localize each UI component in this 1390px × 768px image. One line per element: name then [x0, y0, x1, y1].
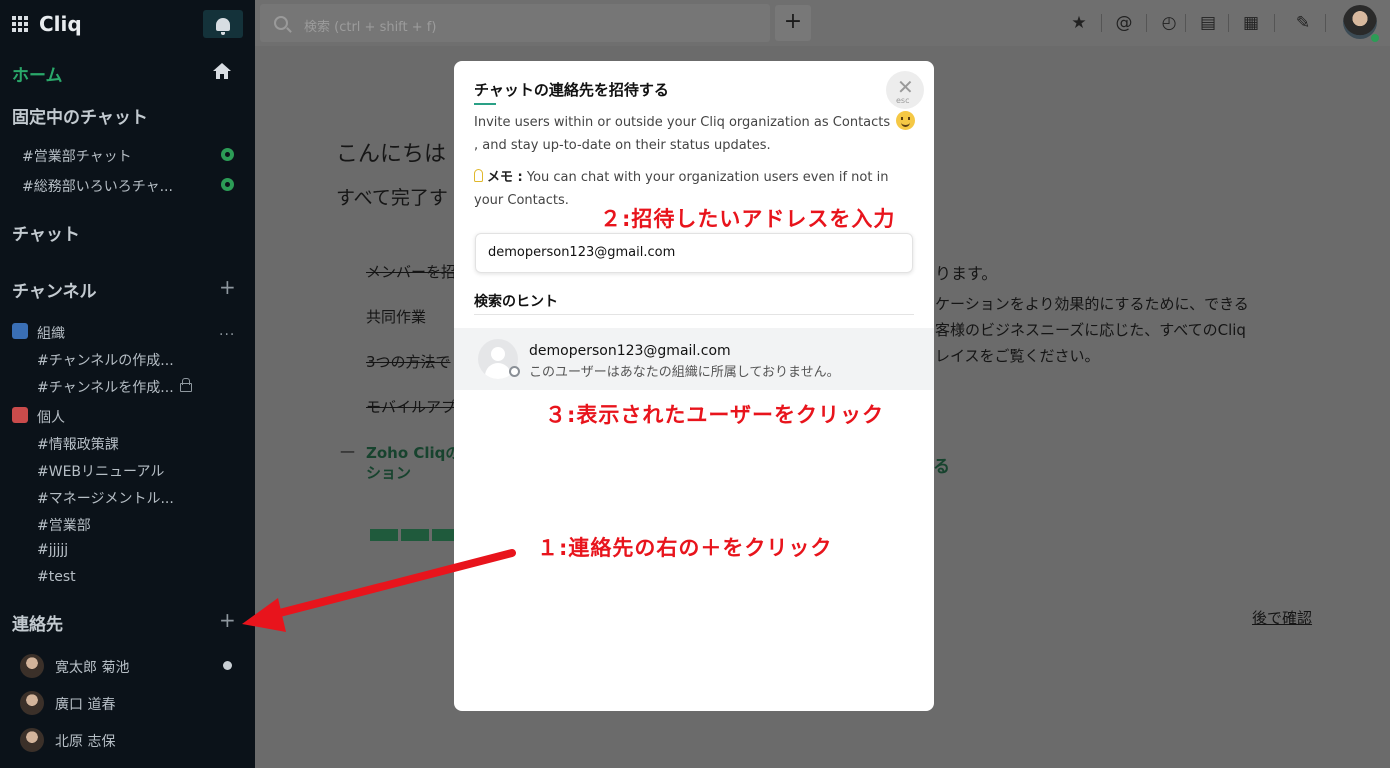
sidebar-item-channel[interactable]: #情報政策課 [37, 434, 119, 454]
memo-label: メモ : [487, 170, 523, 185]
description-text: ります。 [935, 264, 998, 283]
greeting: こんにちは [336, 142, 447, 167]
sidebar-item-channel[interactable]: #営業部 [37, 515, 91, 535]
sidebar-home[interactable]: ホーム [12, 61, 63, 86]
description-text: , and stay up-to-date on their status up… [474, 138, 771, 153]
files-icon[interactable]: ▤ [1198, 13, 1218, 33]
add-contact-button[interactable]: + [219, 610, 236, 630]
divider [474, 314, 914, 315]
sidebar-item-channel[interactable]: #チャンネルを作成... [37, 377, 174, 397]
annotation-step-1: １:連絡先の右の＋をクリック [537, 536, 833, 560]
brand[interactable]: Cliq [12, 12, 82, 36]
channel-status-icon [221, 148, 234, 161]
dialog-description: Invite users within or outside your Cliq… [474, 111, 924, 157]
organization-icon [12, 323, 28, 339]
dash: — [340, 442, 355, 460]
sidebar-item-channel[interactable]: #jjjjj [37, 542, 68, 558]
presence-icon [1371, 34, 1379, 42]
sidebar-item-channel[interactable]: #チャンネルの作成... [37, 350, 174, 370]
channels-title[interactable]: チャンネル [12, 277, 97, 302]
annotation-arrow [242, 549, 516, 632]
contacts-title[interactable]: 連絡先 [12, 610, 63, 635]
email-input[interactable]: demoperson123@gmail.com [475, 233, 913, 273]
search-bar[interactable]: 検索 (ctrl + shift + f) [260, 4, 770, 42]
contact-item[interactable]: 寛太郎 菊池 [55, 657, 129, 677]
dialog-title: チャットの連絡先を招待する [474, 81, 669, 99]
history-icon[interactable]: ◴ [1159, 13, 1179, 33]
chats-title[interactable]: チャット [12, 220, 80, 245]
search-placeholder: 検索 (ctrl + shift + f) [304, 20, 437, 35]
app-name: Cliq [39, 12, 82, 36]
title-underline [474, 103, 496, 105]
avatar [20, 728, 44, 752]
later-link[interactable]: 後で確認 [1252, 607, 1312, 628]
description-text: ケーションをより効果的にするために、できる [935, 295, 1249, 313]
email-input-value: demoperson123@gmail.com [488, 245, 676, 260]
search-hint-title: 検索のヒント [474, 294, 558, 310]
sidebar-item-pinned-2[interactable]: #総務部いろいろチャ... [22, 176, 173, 196]
contact-item[interactable]: 北原 志保 [55, 731, 115, 751]
sidebar-item-channel[interactable]: #WEBリニューアル [37, 461, 164, 481]
add-channel-button[interactable]: + [219, 277, 236, 297]
description-text: レイスをご覧ください。 [935, 347, 1100, 365]
personal-icon [12, 407, 28, 423]
star-icon[interactable]: ★ [1069, 13, 1089, 33]
presence-icon [223, 661, 232, 670]
description-link[interactable]: る [933, 452, 950, 477]
sidebar-item-channel[interactable]: #マネージメントル... [37, 488, 174, 508]
smile-emoji-icon [896, 111, 916, 130]
org-group-label[interactable]: 組織 [37, 323, 65, 343]
annotation-step-2: ２:招待したいアドレスを入力 [600, 207, 896, 231]
search-result-item[interactable]: demoperson123@gmail.com このユーザーはあなたの組織に所属… [454, 328, 934, 390]
description-text: Invite users within or outside your Cliq… [474, 115, 891, 130]
lock-icon [180, 378, 192, 392]
sidebar-item-pinned-1[interactable]: #営業部チャット [22, 146, 132, 166]
top-bar: 検索 (ctrl + shift + f) + ★ @ ◴ ▤ ▦ ✎ [255, 0, 1390, 46]
divider [1101, 14, 1102, 32]
pin-icon[interactable]: ✎ [1293, 13, 1313, 33]
new-button[interactable]: + [775, 5, 811, 41]
status-line: すべて完了す [336, 187, 448, 209]
avatar [20, 691, 44, 715]
invite-contact-dialog: チャットの連絡先を招待する ✕ esc Invite users within … [454, 61, 934, 711]
sidebar: Cliq ホーム 固定中のチャット #営業部チャット #総務部いろいろチャ...… [0, 0, 255, 768]
calendar-icon[interactable]: ▦ [1241, 13, 1261, 33]
onboarding-step[interactable]: 3つの方法で [366, 351, 451, 372]
channel-status-icon [221, 178, 234, 191]
personal-group-label[interactable]: 個人 [37, 407, 65, 427]
divider [1325, 14, 1326, 32]
result-email: demoperson123@gmail.com [529, 343, 731, 359]
avatar [20, 654, 44, 678]
divider [1185, 14, 1186, 32]
contact-item[interactable]: 廣口 道春 [55, 694, 115, 714]
sidebar-item-channel[interactable]: #test [37, 569, 76, 585]
divider [1274, 14, 1275, 32]
more-options-icon[interactable]: ... [219, 323, 235, 339]
home-icon[interactable] [212, 61, 232, 81]
onboarding-step[interactable]: メンバーを招 [366, 261, 456, 282]
notifications-button[interactable] [203, 10, 243, 38]
close-button[interactable]: ✕ esc [886, 71, 924, 109]
esc-hint: esc [896, 96, 910, 105]
app-grid-icon[interactable] [12, 15, 29, 33]
onboarding-step[interactable]: 共同作業 [366, 306, 426, 327]
close-icon: ✕ [897, 75, 914, 99]
onboarding-step[interactable]: モバイルアプ [366, 396, 456, 417]
pinned-chats-title: 固定中のチャット [12, 108, 148, 128]
bell-icon [216, 17, 230, 35]
lightbulb-icon [474, 169, 483, 182]
onboarding-link[interactable]: Zoho Cliqの [366, 442, 460, 463]
annotation-step-3: ３:表示されたユーザーをクリック [545, 403, 884, 427]
divider [1146, 14, 1147, 32]
external-user-icon [509, 366, 520, 377]
onboarding-link[interactable]: ション [366, 462, 411, 483]
result-note: このユーザーはあなたの組織に所属しておりません。 [529, 365, 840, 380]
search-icon [274, 16, 288, 30]
divider [1228, 14, 1229, 32]
description-text: 客様のビジネスニーズに応じた、すべてのCliq [935, 321, 1246, 339]
at-icon[interactable]: @ [1114, 13, 1134, 33]
